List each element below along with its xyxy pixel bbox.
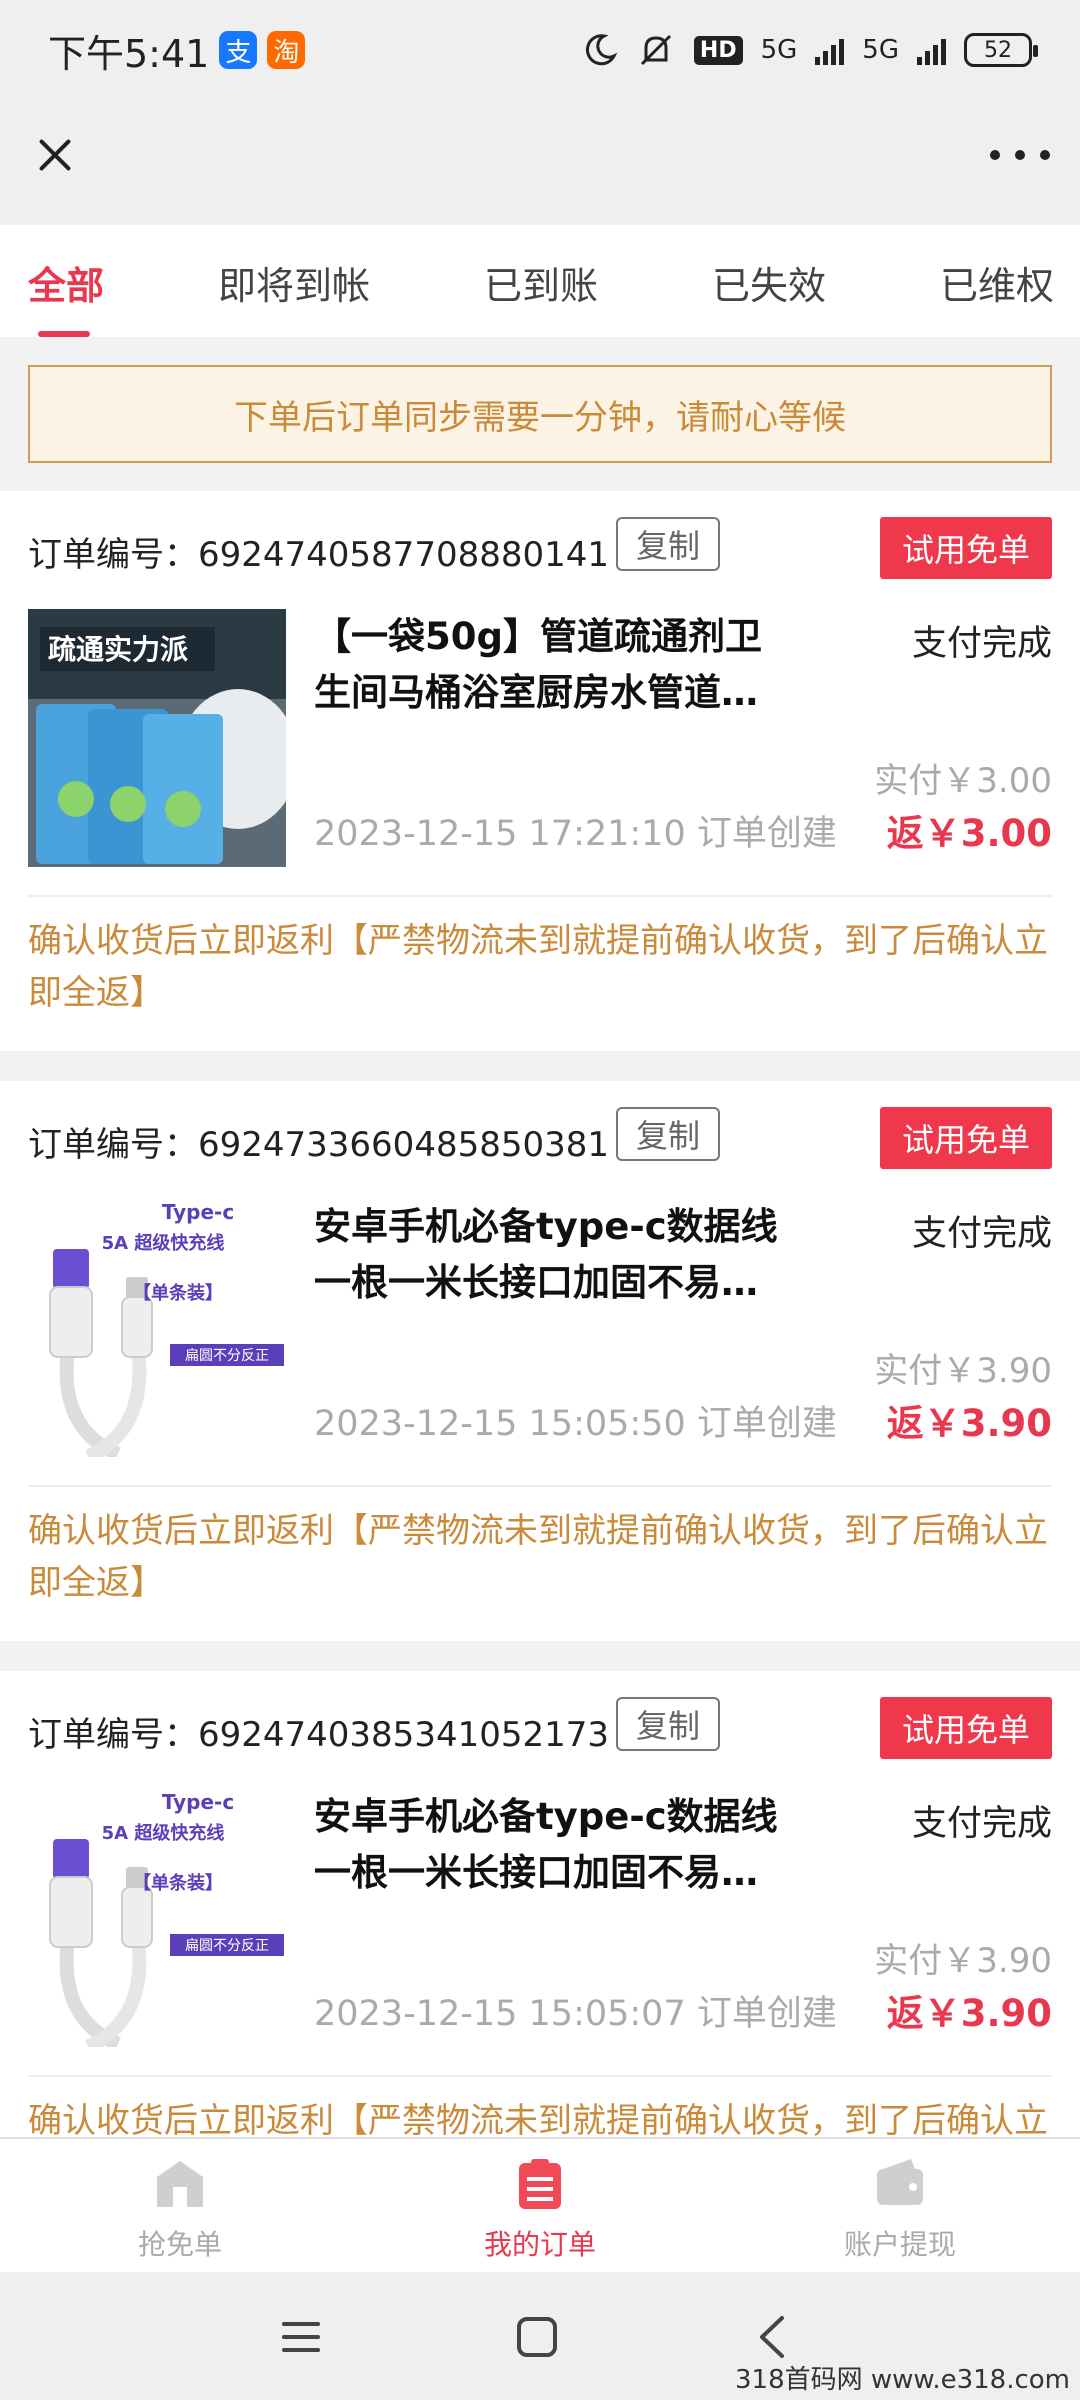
taobao-icon: 淘 — [267, 31, 306, 69]
order-card: 订单编号：6924733660485850381 复制 试用免单 Type-c … — [0, 1081, 1080, 1641]
copy-button[interactable]: 复制 — [616, 1107, 720, 1161]
rebate-note: 确认收货后立即返利【严禁物流未到就提前确认收货，到了后确认立即全返】 — [28, 921, 1048, 1013]
order-created-time: 2023-12-15 15:05:07 订单创建 — [314, 1994, 837, 2034]
nav-bar — [0, 100, 1080, 225]
svg-text:【单条装】: 【单条装】 — [133, 1282, 223, 1304]
payment-status: 支付完成 — [911, 624, 1052, 664]
battery-level: 52 — [984, 37, 1012, 63]
nav-withdraw[interactable]: 账户提现 — [780, 2157, 1020, 2263]
close-icon[interactable] — [30, 130, 80, 180]
order-tabs: 全部 即将到帐 已到账 已失效 已维权 — [0, 225, 1080, 337]
svg-text:5A 超级快充线: 5A 超级快充线 — [102, 1822, 225, 1844]
product-title[interactable]: 【一袋50g】管道疏通剂卫 生间马桶浴室厨房水管道… — [314, 609, 784, 721]
product-image[interactable]: 疏通实力派 — [28, 609, 286, 867]
svg-text:扁圆不分反正: 扁圆不分反正 — [185, 1938, 269, 1954]
system-nav-bar: 318首码网 www.e318.com — [0, 2272, 1080, 2400]
free-trial-badge: 试用免单 — [880, 517, 1052, 579]
status-bar: 下午5:41 支 淘 HD 5G 5G 52 — [0, 0, 1080, 100]
network-label-2: 5G — [862, 35, 899, 65]
bottom-nav: 抢免单 我的订单 账户提现 — [0, 2137, 1080, 2272]
nav-label: 抢免单 — [137, 2228, 222, 2261]
nav-label: 账户提现 — [843, 2228, 956, 2261]
nav-grab-free[interactable]: 抢免单 — [60, 2157, 300, 2263]
order-created-time: 2023-12-15 17:21:10 订单创建 — [314, 814, 837, 854]
hd-icon: HD — [693, 35, 743, 65]
order-created-time: 2023-12-15 15:05:50 订单创建 — [314, 1404, 837, 1444]
thumb-caption: 疏通实力派 — [48, 633, 188, 666]
alipay-icon: 支 — [219, 31, 258, 69]
back-icon[interactable] — [748, 2312, 798, 2362]
divider — [28, 2075, 1052, 2077]
actual-paid: 实付￥3.90 — [874, 1351, 1052, 1391]
tab-coming[interactable]: 即将到帐 — [218, 255, 370, 310]
tab-expired[interactable]: 已失效 — [712, 255, 826, 310]
free-trial-badge: 试用免单 — [880, 1697, 1052, 1759]
tab-all[interactable]: 全部 — [28, 255, 104, 310]
menu-icon[interactable] — [276, 2312, 326, 2362]
copy-button[interactable]: 复制 — [616, 1697, 720, 1751]
active-tab-indicator — [38, 331, 90, 337]
network-label-1: 5G — [760, 35, 798, 65]
nav-label: 我的订单 — [483, 2228, 596, 2261]
order-card: 订单编号：6924740587708880141 复制 试用免单 疏通实力派 【… — [0, 491, 1080, 1051]
store-icon — [153, 2157, 207, 2211]
order-number: 订单编号：6924733660485850381 — [28, 1125, 610, 1165]
svg-text:5A 超级快充线: 5A 超级快充线 — [102, 1232, 225, 1254]
tab-disputed[interactable]: 已维权 — [940, 255, 1054, 310]
svg-text:【单条装】: 【单条装】 — [133, 1872, 223, 1894]
copy-button[interactable]: 复制 — [616, 517, 720, 571]
actual-paid: 实付￥3.90 — [874, 1941, 1052, 1981]
product-image[interactable]: Type-c 5A 超级快充线 【单条装】 扁圆不分反正 — [28, 1199, 286, 1457]
rebate-amount: 返￥3.00 — [886, 812, 1052, 855]
product-title[interactable]: 安卓手机必备type-c数据线 一根一米长接口加固不易… — [314, 1789, 784, 1901]
order-list-icon — [513, 2157, 567, 2211]
watermark: 318首码网 www.e318.com — [735, 2365, 1070, 2395]
payment-status: 支付完成 — [911, 1214, 1052, 1254]
home-icon[interactable] — [512, 2312, 562, 2362]
free-trial-badge: 试用免单 — [880, 1107, 1052, 1169]
order-number: 订单编号：6924740385341052173 — [28, 1715, 610, 1755]
sync-notice: 下单后订单同步需要一分钟，请耐心等候 — [28, 365, 1052, 463]
rebate-amount: 返￥3.90 — [886, 1402, 1052, 1445]
battery-icon: 52 — [964, 33, 1038, 67]
svg-text:Type-c: Type-c — [162, 1790, 234, 1814]
mute-icon — [640, 34, 671, 66]
actual-paid: 实付￥3.00 — [874, 761, 1052, 801]
order-number: 订单编号：6924740587708880141 — [28, 535, 610, 575]
rebate-amount: 返￥3.90 — [886, 1992, 1052, 2035]
moon-icon — [585, 34, 618, 66]
signal-icon — [917, 35, 946, 65]
status-time: 下午5:41 — [48, 31, 210, 76]
payment-status: 支付完成 — [911, 1804, 1052, 1844]
nav-my-orders[interactable]: 我的订单 — [420, 2157, 660, 2263]
rebate-note: 确认收货后立即返利【严禁物流未到就提前确认收货，到了后确认立即全返】 — [28, 1511, 1048, 1603]
signal-icon — [815, 35, 845, 65]
divider — [28, 895, 1052, 897]
svg-text:Type-c: Type-c — [162, 1200, 234, 1224]
more-icon[interactable] — [990, 140, 1050, 170]
product-title[interactable]: 安卓手机必备type-c数据线 一根一米长接口加固不易… — [314, 1199, 784, 1311]
svg-text:扁圆不分反正: 扁圆不分反正 — [185, 1348, 269, 1364]
product-image[interactable]: Type-c 5A 超级快充线 【单条装】 扁圆不分反正 — [28, 1789, 286, 2047]
tab-received[interactable]: 已到账 — [484, 255, 598, 310]
wallet-icon — [873, 2157, 927, 2211]
divider — [28, 1485, 1052, 1487]
